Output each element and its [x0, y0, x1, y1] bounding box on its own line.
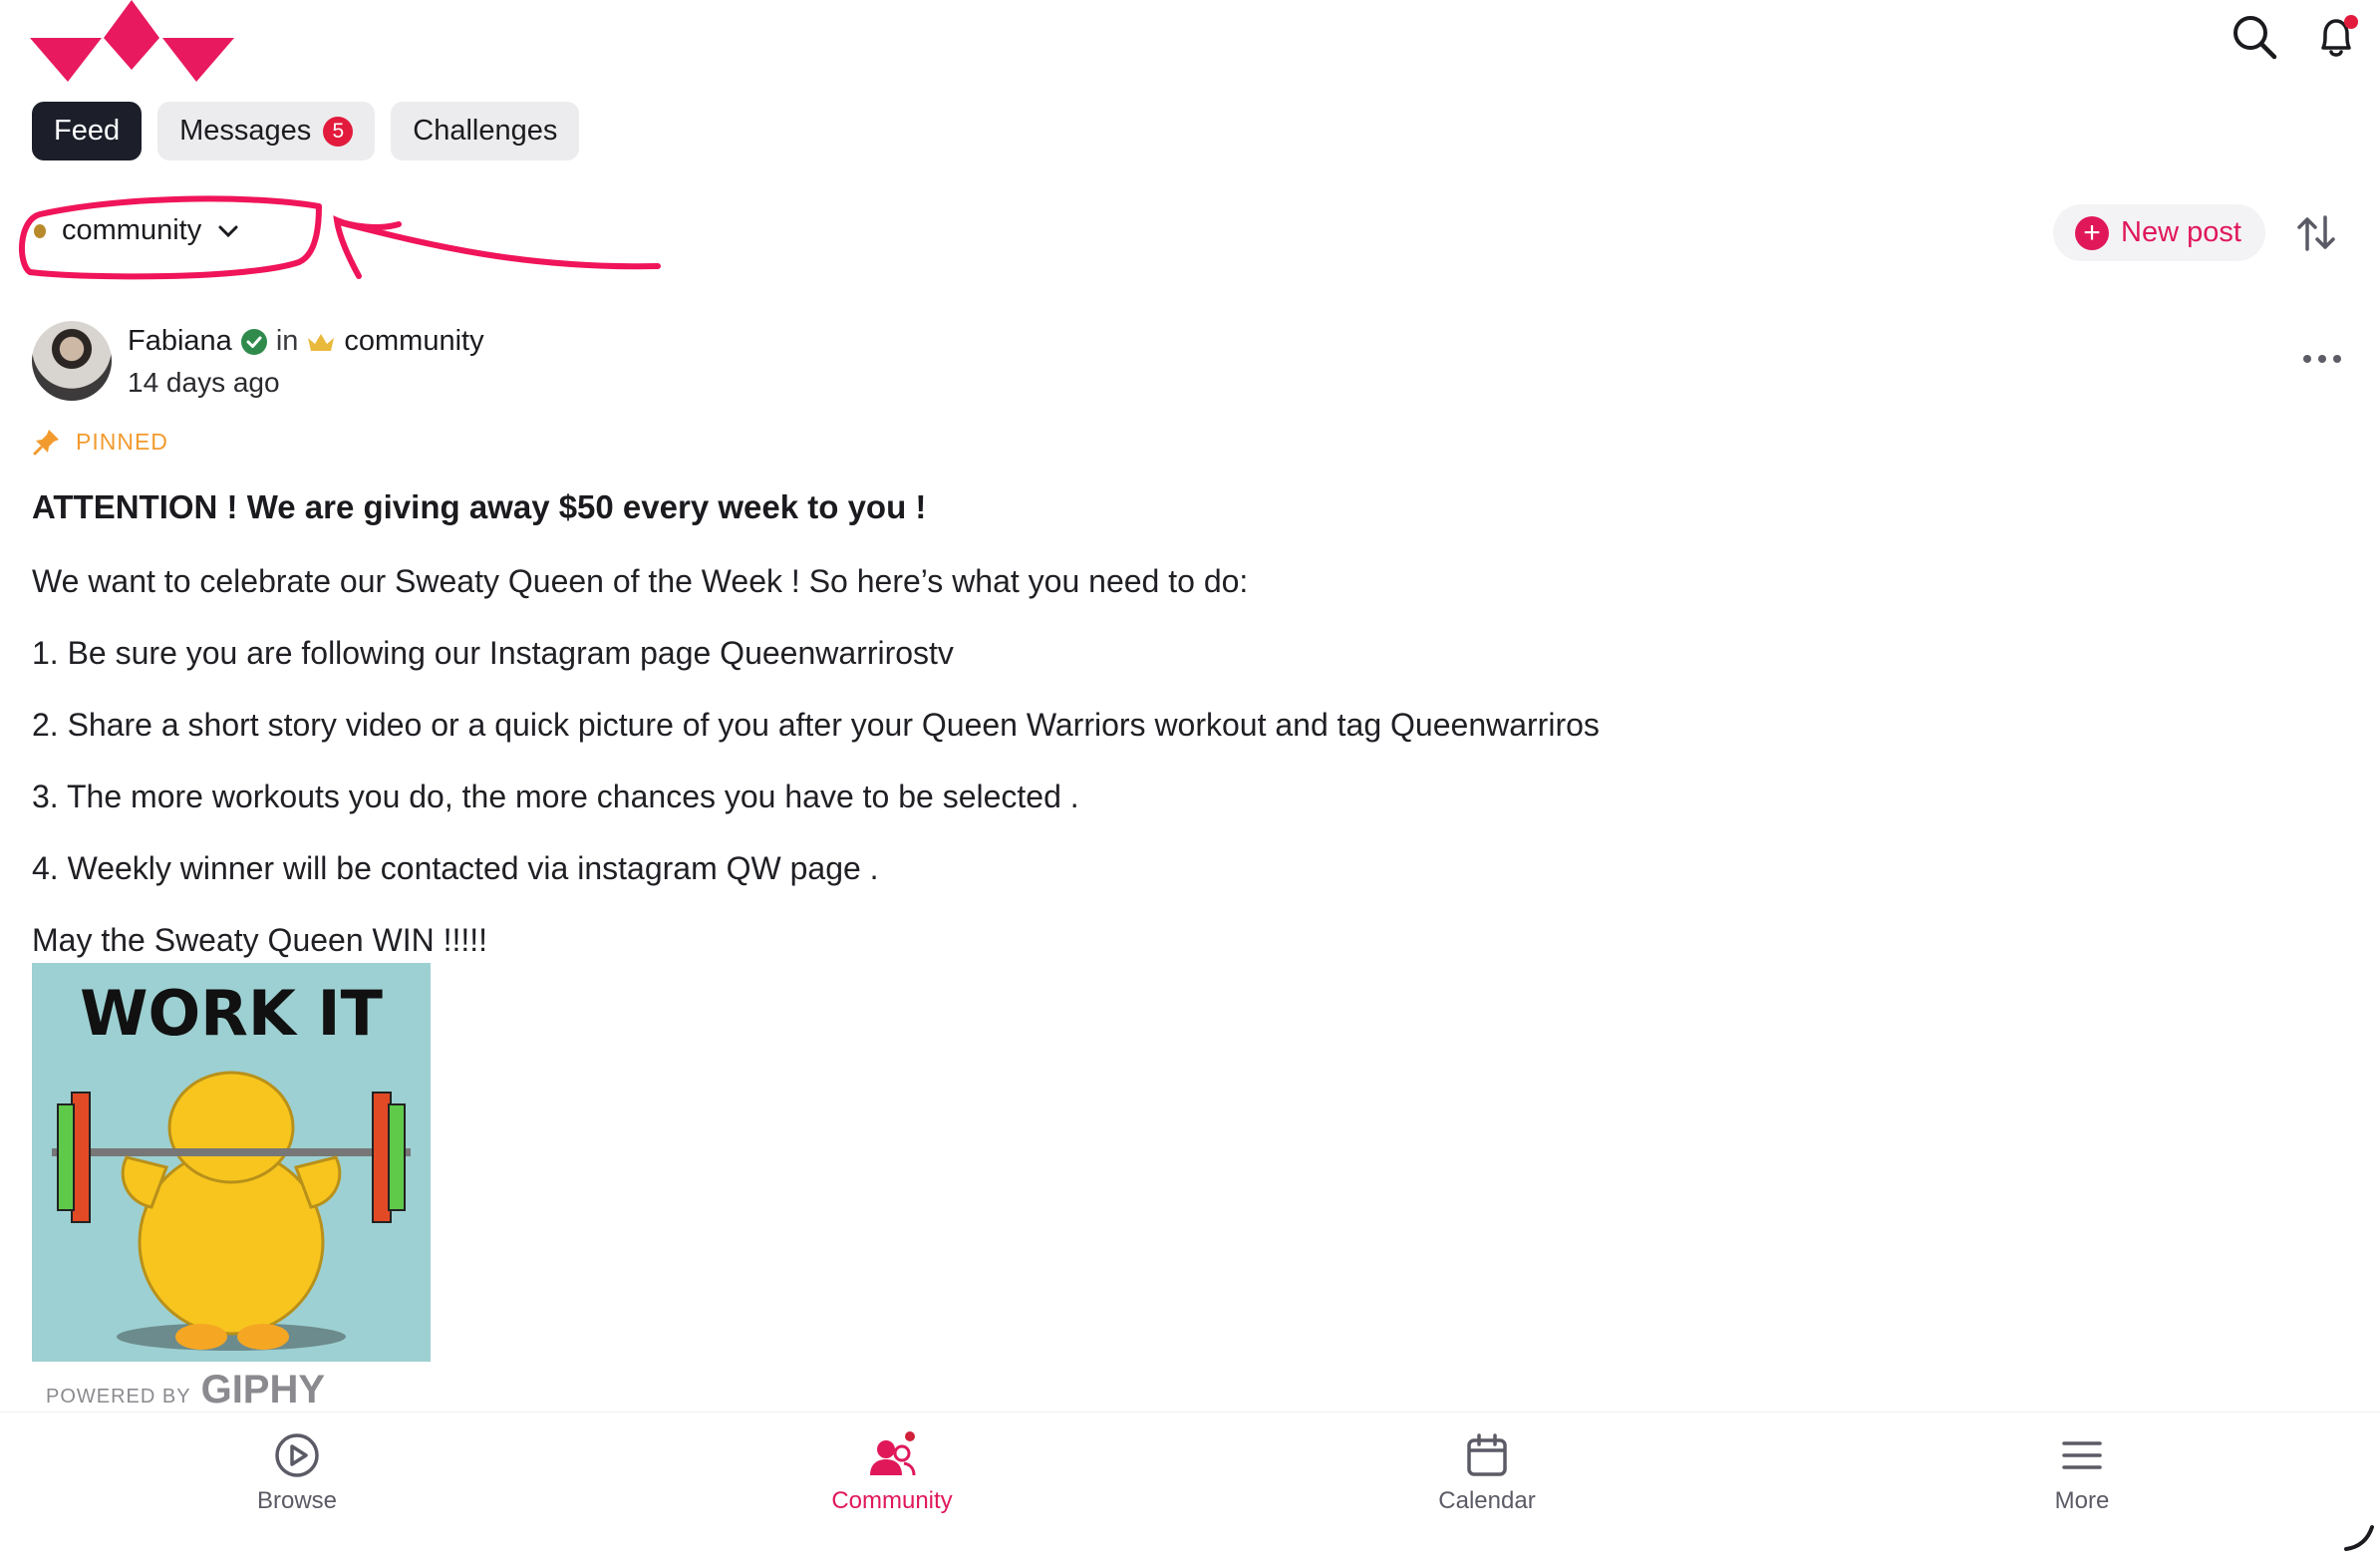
chevron-down-icon [218, 225, 238, 237]
post-author-line: Fabiana in community [128, 325, 484, 358]
tab-feed-label: Feed [54, 115, 121, 147]
nav-more[interactable]: More [1982, 1431, 2182, 1515]
crown-logo [30, 0, 234, 82]
avatar[interactable] [32, 321, 112, 401]
post-paragraph: 1. Be sure you are following our Instagr… [32, 635, 954, 671]
giphy-attribution: POWERED BY GIPHY [46, 1368, 325, 1412]
giphy-logo: GIPHY [200, 1368, 326, 1411]
pinned-label: PINNED [76, 428, 168, 455]
gif-caption: WORK IT [80, 977, 383, 1050]
tab-challenges[interactable]: Challenges [391, 102, 580, 160]
tab-bar: Feed Messages 5 Challenges [32, 102, 580, 160]
space-selector[interactable]: community [34, 214, 239, 247]
pinned-badge: PINNED [32, 427, 168, 457]
search-icon[interactable] [2226, 8, 2283, 66]
nav-community-label: Community [831, 1487, 953, 1514]
nav-browse-label: Browse [256, 1487, 338, 1514]
crown-emoji-icon [308, 333, 335, 351]
pin-icon [33, 430, 59, 456]
post-paragraph: 4. Weekly winner will be contacted via i… [32, 850, 879, 886]
nav-calendar-label: Calendar [1438, 1487, 1536, 1514]
giphy-image[interactable]: WORK IT [32, 963, 431, 1362]
community-notification-dot [905, 1431, 915, 1441]
plus-icon: + [2075, 215, 2109, 250]
messages-badge: 5 [323, 116, 354, 147]
space-icon [34, 223, 46, 238]
community-icon [870, 1431, 916, 1476]
tab-challenges-label: Challenges [413, 115, 558, 147]
bell-icon[interactable] [2307, 8, 2365, 66]
author-name[interactable]: Fabiana [128, 325, 232, 358]
sort-icon[interactable] [2287, 204, 2345, 262]
nav-community[interactable]: Community [792, 1431, 992, 1515]
calendar-icon [1467, 1433, 1507, 1476]
post-space-link[interactable]: community [344, 325, 483, 358]
post-paragraph: May the Sweaty Queen WIN !!!!! [32, 922, 488, 958]
new-post-label: New post [2121, 216, 2241, 248]
post-paragraph: 2. Share a short story video or a quick … [32, 707, 1600, 743]
nav-calendar[interactable]: Calendar [1387, 1431, 1587, 1515]
tab-feed[interactable]: Feed [32, 102, 143, 160]
play-circle-icon [275, 1433, 319, 1477]
tab-messages-label: Messages [179, 115, 312, 147]
new-post-button[interactable]: + New post [2053, 204, 2265, 261]
post-paragraph: 3. The more workouts you do, the more ch… [32, 779, 1079, 814]
resize-corner-icon [2344, 1525, 2374, 1551]
powered-by-label: POWERED BY [46, 1386, 191, 1408]
notification-dot [2344, 15, 2358, 29]
post-paragraph: We want to celebrate our Sweaty Queen of… [32, 563, 1249, 599]
post-timestamp: 14 days ago [128, 367, 280, 398]
menu-icon [2062, 1441, 2102, 1469]
space-selector-label: community [62, 214, 202, 246]
in-label: in [275, 325, 299, 357]
nav-browse[interactable]: Browse [197, 1431, 397, 1515]
verified-badge-icon [240, 328, 267, 355]
nav-more-label: More [2054, 1487, 2110, 1514]
tab-messages[interactable]: Messages 5 [157, 102, 376, 160]
post-more-options-icon[interactable] [2292, 339, 2352, 379]
post-title: ATTENTION ! We are giving away $50 every… [32, 488, 927, 525]
